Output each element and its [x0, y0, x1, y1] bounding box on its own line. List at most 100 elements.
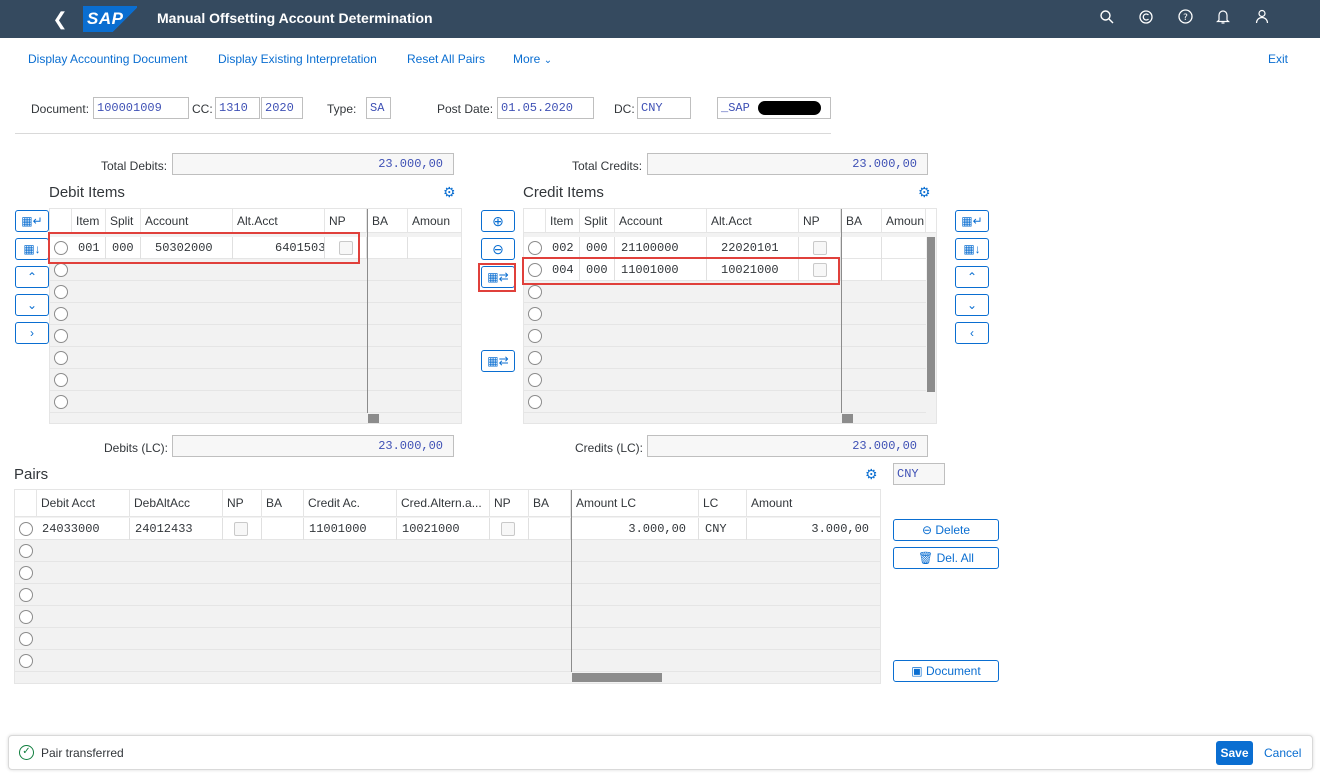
table-row[interactable] [50, 325, 461, 347]
col-header[interactable]: NP [325, 209, 367, 233]
col-header[interactable]: BA [262, 490, 304, 517]
col-header[interactable]: NP [223, 490, 262, 517]
notifications-icon[interactable] [1213, 9, 1233, 29]
np-checkbox[interactable] [501, 522, 515, 536]
table-row[interactable] [15, 650, 880, 672]
np-checkbox[interactable] [234, 522, 248, 536]
save-button[interactable]: Save [1216, 741, 1253, 765]
col-header[interactable]: Account [615, 209, 707, 233]
dc-field[interactable]: CNY [637, 97, 691, 119]
credit-move-left-button[interactable]: ‹ [955, 322, 989, 344]
row-radio[interactable] [528, 241, 542, 255]
col-header[interactable]: Item [72, 209, 106, 233]
credit-scroll-up-button[interactable]: ⌃ [955, 266, 989, 288]
col-header[interactable]: NP [799, 209, 841, 233]
table-row[interactable] [50, 347, 461, 369]
table-row[interactable] [15, 540, 880, 562]
user-field[interactable]: _SAP [717, 97, 831, 119]
row-radio[interactable] [19, 654, 33, 668]
credit-deselect-button[interactable]: ▦↓ [955, 238, 989, 260]
row-radio[interactable] [528, 395, 542, 409]
col-header[interactable]: DebAltAcc [130, 490, 223, 517]
table-row[interactable] [50, 303, 461, 325]
col-header[interactable]: LC [699, 490, 747, 517]
exit-link[interactable]: Exit [1268, 52, 1288, 66]
col-header[interactable]: Account [141, 209, 233, 233]
row-radio[interactable] [19, 632, 33, 646]
col-header[interactable]: Amount LC [571, 490, 699, 517]
vertical-scrollbar[interactable] [927, 237, 935, 392]
horizontal-scrollbar[interactable] [572, 673, 662, 682]
table-row[interactable] [15, 628, 880, 650]
sap-logo[interactable]: SAP [83, 6, 137, 32]
row-radio[interactable] [19, 610, 33, 624]
cancel-button[interactable]: Cancel [1264, 746, 1301, 760]
col-header[interactable]: Amoun [882, 209, 926, 233]
col-header[interactable]: BA [367, 209, 408, 233]
debit-deselect-button[interactable]: ▦↓ [15, 238, 49, 260]
row-radio[interactable] [19, 588, 33, 602]
transfer-all-button[interactable]: ▦⇄ [481, 350, 515, 372]
debit-scroll-up-button[interactable]: ⌃ [15, 266, 49, 288]
table-row[interactable] [524, 391, 926, 413]
row-radio[interactable] [54, 395, 68, 409]
table-row[interactable] [524, 347, 926, 369]
debit-scroll-down-button[interactable]: ⌄ [15, 294, 49, 316]
debit-settings-gear-icon[interactable]: ⚙ [443, 184, 456, 201]
row-radio[interactable] [19, 544, 33, 558]
table-row[interactable] [15, 562, 880, 584]
row-radio[interactable] [54, 263, 68, 277]
pairs-settings-gear-icon[interactable]: ⚙ [865, 466, 878, 483]
credit-scroll-down-button[interactable]: ⌄ [955, 294, 989, 316]
delete-all-button[interactable]: 🗑 Del. All [893, 547, 999, 569]
col-header[interactable]: NP [490, 490, 529, 517]
display-existing-interpretation-link[interactable]: Display Existing Interpretation [218, 52, 377, 66]
col-header[interactable]: Debit Acct [37, 490, 130, 517]
row-radio[interactable] [19, 522, 33, 536]
display-accounting-document-link[interactable]: Display Accounting Document [28, 52, 187, 66]
table-row[interactable] [524, 369, 926, 391]
debit-select-all-button[interactable]: ▦↵ [15, 210, 49, 232]
row-radio[interactable] [54, 373, 68, 387]
post-date-field[interactable]: 01.05.2020 [497, 97, 594, 119]
row-radio[interactable] [54, 285, 68, 299]
col-header[interactable]: BA [529, 490, 571, 517]
col-header[interactable]: Amount [747, 490, 880, 517]
search-icon[interactable] [1097, 9, 1117, 29]
row-radio[interactable] [528, 373, 542, 387]
row-radio[interactable] [54, 351, 68, 365]
col-header[interactable]: Amoun [408, 209, 461, 233]
col-header[interactable]: Cred.Altern.a... [397, 490, 490, 517]
table-row[interactable] [50, 391, 461, 413]
credit-select-all-button[interactable]: ▦↵ [955, 210, 989, 232]
table-row[interactable] [524, 303, 926, 325]
col-header[interactable]: BA [841, 209, 882, 233]
row-radio[interactable] [54, 307, 68, 321]
col-header[interactable]: Alt.Acct [707, 209, 799, 233]
row-radio[interactable] [528, 307, 542, 321]
col-header[interactable]: Alt.Acct [233, 209, 325, 233]
debit-move-right-button[interactable]: › [15, 322, 49, 344]
table-row[interactable] [50, 281, 461, 303]
remove-button[interactable]: ⊖ [481, 238, 515, 260]
year-field[interactable]: 2020 [261, 97, 303, 119]
col-header[interactable]: Split [106, 209, 141, 233]
more-menu[interactable]: More ⌄ [513, 52, 552, 66]
document-field[interactable]: 100001009 [93, 97, 189, 119]
row-radio[interactable] [19, 566, 33, 580]
reset-all-pairs-link[interactable]: Reset All Pairs [407, 52, 485, 66]
row-radio[interactable] [528, 285, 542, 299]
table-row[interactable]: 002 000 21100000 22020101 [524, 237, 926, 259]
table-row[interactable] [15, 606, 880, 628]
col-header[interactable]: Split [580, 209, 615, 233]
copilot-icon[interactable] [1136, 9, 1156, 29]
cc-field[interactable]: 1310 [215, 97, 260, 119]
credit-settings-gear-icon[interactable]: ⚙ [918, 184, 931, 201]
document-button[interactable]: ▣ Document [893, 660, 999, 682]
np-checkbox[interactable] [813, 241, 827, 255]
row-radio[interactable] [54, 329, 68, 343]
col-header[interactable]: Credit Ac. [304, 490, 397, 517]
table-row[interactable] [524, 325, 926, 347]
back-icon[interactable]: ❮ [50, 9, 70, 29]
table-row[interactable]: 24033000 24012433 11001000 10021000 3.00… [15, 518, 880, 540]
